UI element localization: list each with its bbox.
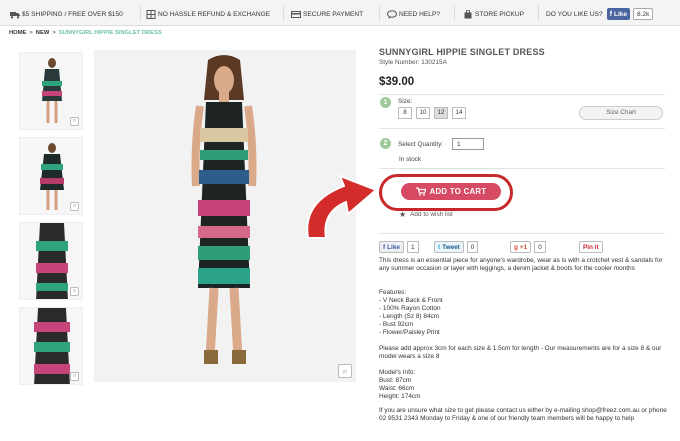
shipping-label: $5 SHIPPING / FREE OVER $150 (22, 10, 123, 18)
step-2-badge: 2 (380, 138, 391, 149)
measurements-note: Please add approx 3cm for each size & 1.… (379, 345, 662, 360)
feature-item: - V Neck Back & Front (379, 297, 443, 304)
features-block: Features: - V Neck Back & Front - 100% R… (379, 289, 669, 337)
help-info[interactable]: NEED HELP? (387, 8, 440, 20)
tweet-label: Tweet (442, 243, 460, 251)
gplus-label: +1 (519, 243, 528, 251)
size-label: Size: (398, 98, 413, 105)
style-number: Style Number: 130215A (379, 59, 447, 66)
gplus-share: g +1 0 (510, 241, 546, 253)
facebook-like-count: 8.2k (633, 8, 654, 20)
shipping-info[interactable]: $5 SHIPPING / FREE OVER $150 (10, 8, 123, 20)
facebook-share: f Like 1 (379, 241, 419, 253)
tweet-count: 0 (466, 241, 479, 253)
pinit-button[interactable]: Pin it (579, 241, 603, 253)
stock-status: In stock (399, 156, 422, 163)
quantity-label: Select Quantity: (398, 141, 444, 148)
refund-info[interactable]: NO HASSLE REFUND & EXCHANGE (146, 8, 270, 20)
add-to-cart-button[interactable]: ADD TO CART (401, 183, 501, 200)
breadcrumb-new[interactable]: NEW (36, 30, 50, 36)
zoom-icon[interactable]: ⌕ (70, 287, 79, 296)
size-option-12[interactable]: 12 (434, 107, 448, 119)
facebook-like-share-label: Like (387, 243, 400, 251)
product-thumbnail-3[interactable]: ⌕ (19, 222, 83, 300)
truck-icon (10, 11, 20, 18)
gplus-count: 0 (534, 241, 546, 253)
payment-info[interactable]: SECURE PAYMENT (291, 8, 363, 20)
feature-item: - Flower/Paisley Print (379, 329, 440, 336)
chat-icon (387, 9, 397, 19)
product-thumbnail-4[interactable]: ⌕ (19, 307, 83, 385)
facebook-icon: f (383, 243, 386, 251)
product-thumbnail-2[interactable]: ⌕ (19, 137, 83, 215)
quantity-input[interactable] (452, 138, 484, 150)
product-price: $39.00 (379, 76, 415, 88)
pinit-label: Pin it (583, 243, 599, 251)
size-option-10[interactable]: 10 (416, 107, 430, 119)
model-info-item: Waist: 66cm (379, 385, 415, 392)
twitter-share: t Tweet 0 (434, 241, 479, 253)
facebook-like-share-button[interactable]: f Like (379, 241, 404, 253)
wishlist-label: Add to wish list (410, 211, 453, 218)
pickup-info[interactable]: STORE PICKUP (463, 8, 524, 20)
add-to-cart-label: ADD TO CART (429, 187, 487, 196)
model-info-block: Model's Info: Bust: 87cm Waist: 66cm Hei… (379, 369, 669, 401)
size-chart-button[interactable]: Size Chart (579, 106, 663, 120)
social-like-area: DO YOU LIKE US? f Like 8.2k (546, 8, 654, 20)
model-info-item: Height: 174cm (379, 393, 421, 400)
model-info-item: Bust: 87cm (379, 377, 412, 384)
description-intro: This dress is an essential piece for any… (379, 257, 663, 272)
breadcrumb: HOME > NEW > SUNNYGIRL HIPPIE SINGLET DR… (9, 30, 162, 36)
star-icon: ★ (399, 210, 407, 219)
zoom-icon[interactable]: ⌕ (338, 364, 352, 378)
cart-icon (415, 187, 426, 196)
zoom-icon[interactable]: ⌕ (70, 202, 79, 211)
facebook-like-button[interactable]: f Like (606, 8, 631, 20)
zoom-icon[interactable]: ⌕ (70, 372, 79, 381)
like-prompt: DO YOU LIKE US? (546, 10, 603, 18)
divider (379, 128, 665, 129)
size-chart-label: Size Chart (606, 109, 636, 116)
top-info-bar: $5 SHIPPING / FREE OVER $150 NO HASSLE R… (0, 0, 680, 26)
facebook-share-count: 1 (406, 241, 419, 253)
bag-icon (464, 9, 472, 18)
twitter-icon: t (438, 243, 441, 251)
payment-label: SECURE PAYMENT (303, 10, 364, 18)
wishlist-link[interactable]: ★ Add to wish list (399, 210, 453, 219)
card-icon (291, 10, 301, 18)
refund-label: NO HASSLE REFUND & EXCHANGE (158, 10, 271, 18)
breadcrumb-separator: > (29, 30, 33, 36)
pinterest-share: Pin it (579, 241, 603, 253)
divider (379, 94, 665, 95)
step-1-badge: 1 (380, 97, 391, 108)
divider (379, 168, 665, 169)
feature-item: - Length (Sz 8) 84cm (379, 313, 440, 320)
gplus-button[interactable]: g +1 (510, 241, 532, 253)
breadcrumb-home[interactable]: HOME (9, 30, 26, 36)
facebook-icon: f (609, 10, 613, 18)
size-option-8[interactable]: 8 (398, 107, 412, 119)
divider (379, 233, 665, 234)
size-option-14[interactable]: 14 (452, 107, 466, 119)
zoom-icon[interactable]: ⌕ (70, 117, 79, 126)
model-info-title: Model's Info: (379, 369, 416, 376)
feature-item: - 100% Rayon Cotton (379, 305, 441, 312)
product-title: SUNNYGIRL HIPPIE SINGLET DRESS (379, 47, 545, 57)
breadcrumb-current: SUNNYGIRL HIPPIE SINGLET DRESS (58, 30, 162, 36)
feature-item: - Bust 92cm (379, 321, 414, 328)
red-arrow-icon (306, 174, 378, 239)
pickup-label: STORE PICKUP (475, 10, 524, 18)
product-thumbnail-1[interactable]: ⌕ (19, 52, 83, 130)
grid-icon (146, 9, 156, 19)
tweet-button[interactable]: t Tweet (434, 241, 464, 253)
contact-info: If you are unsure what size to get pleas… (379, 407, 667, 422)
features-title: Features: (379, 289, 407, 296)
gplus-icon: g (514, 243, 518, 251)
help-label: NEED HELP? (399, 10, 441, 18)
breadcrumb-separator: > (52, 30, 56, 36)
facebook-like-label: Like (614, 10, 628, 18)
